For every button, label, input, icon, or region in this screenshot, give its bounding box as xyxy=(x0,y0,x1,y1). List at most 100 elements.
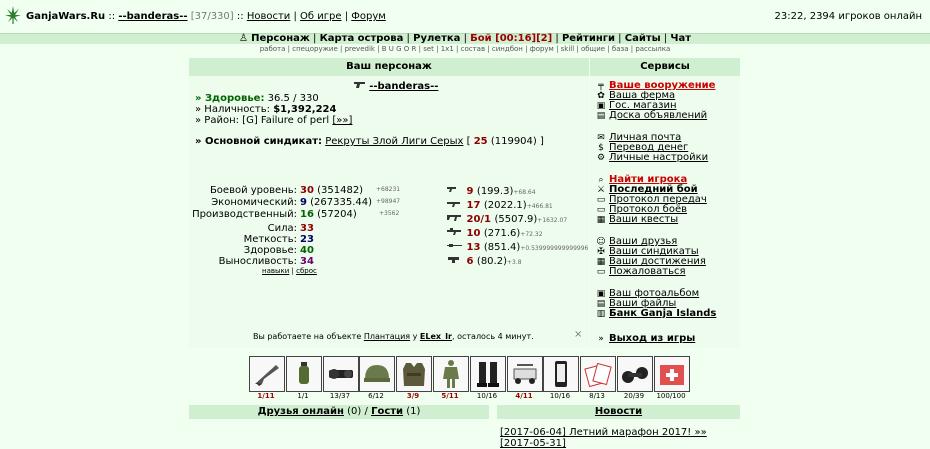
subnav-link[interactable]: skill xyxy=(561,45,575,53)
item-durability: 13/37 xyxy=(329,392,351,400)
subnav-link[interactable]: общие xyxy=(581,45,605,53)
subnav-link[interactable]: B U G O R xyxy=(382,45,417,53)
level-exp: (57204) xyxy=(317,209,357,220)
service-link[interactable]: Ваши квесты xyxy=(609,214,678,225)
nav-chat[interactable]: Чат xyxy=(670,33,691,44)
inventory-slot[interactable] xyxy=(323,356,359,392)
item-durability: 10/16 xyxy=(476,392,498,400)
cash-label: » Наличность: xyxy=(195,104,270,115)
service-settings[interactable]: ⚙ Личные настройки xyxy=(596,152,708,163)
character-panel-title: Ваш персонаж xyxy=(189,58,589,76)
work-notice: Вы работаете на объекте Плантация у ELex… xyxy=(253,332,534,341)
nav-sites[interactable]: Сайты xyxy=(625,33,661,44)
reset-link[interactable]: сброс xyxy=(296,267,317,275)
service-quest[interactable]: ▦ Ваши квесты xyxy=(596,214,678,225)
news-item[interactable]: [2017-06-04] Летний марафон 2017! »» xyxy=(500,427,707,438)
district-row: » Район: [G] Failure of perl [»»] xyxy=(195,115,352,126)
nav-ratings[interactable]: Рейтинги xyxy=(562,33,615,44)
district-link[interactable]: [»»] xyxy=(332,115,352,126)
assault-rifle-icon xyxy=(447,213,463,225)
sub-nav: работа | спецоружие | prevedik | B U G O… xyxy=(259,45,671,53)
item-durability: 4/11 xyxy=(515,392,533,400)
inventory-slot[interactable] xyxy=(396,356,432,392)
work-object-link[interactable]: Плантация xyxy=(364,332,410,341)
nav-character[interactable]: Персонаж xyxy=(251,33,310,44)
service-link[interactable]: Банк Ganja Islands xyxy=(609,308,716,319)
character-name-link[interactable]: --banderas-- xyxy=(369,81,438,92)
inventory-slot[interactable] xyxy=(617,356,653,392)
level-delta: +98947 xyxy=(376,198,401,205)
service-bank[interactable]: ▥ Банк Ganja Islands xyxy=(596,308,717,319)
grenade-launcher-icon xyxy=(447,255,463,267)
subnav-link[interactable]: рассылка xyxy=(635,45,670,53)
forum-link[interactable]: Форум xyxy=(351,11,386,22)
item-durability: 6/12 xyxy=(368,392,384,400)
news-item-link[interactable]: [2017-06-04] Летний марафон 2017! »» xyxy=(500,427,707,438)
cannabis-leaf-icon xyxy=(5,6,21,24)
strength-label: Сила: xyxy=(267,223,297,234)
work-owner-link[interactable]: ELex_Ir xyxy=(420,332,452,341)
subnav-link[interactable]: синдбон xyxy=(492,45,523,53)
service-link[interactable]: Личные настройки xyxy=(609,152,708,163)
subnav-link[interactable]: работа xyxy=(260,45,286,53)
inventory-slot[interactable] xyxy=(470,356,506,392)
skill-exp: (271.6) xyxy=(483,228,521,239)
strength-value: 33 xyxy=(300,223,314,234)
inventory-slot[interactable] xyxy=(507,356,543,392)
skill-delta: +68.64 xyxy=(513,189,536,196)
nav-battle[interactable]: Бой [00:16][2] xyxy=(470,33,552,44)
skill-exp: (5507.9) xyxy=(494,214,538,225)
helmet-icon xyxy=(364,365,390,382)
inventory-slot[interactable] xyxy=(433,356,469,392)
item-durability: 5/11 xyxy=(441,392,459,400)
production-level-label: Производственный: xyxy=(192,209,297,220)
nav-roulette[interactable]: Рулетка xyxy=(413,33,460,44)
inventory-slot[interactable] xyxy=(249,356,285,392)
friends-online-link[interactable]: Друзья онлайн xyxy=(258,406,344,417)
guests-link[interactable]: Гости xyxy=(371,406,403,417)
about-link[interactable]: Об игре xyxy=(300,11,341,22)
service-link[interactable]: Пожаловаться xyxy=(609,266,686,277)
subnav-link[interactable]: база xyxy=(612,45,629,53)
subnav-link[interactable]: 1x1 xyxy=(441,45,454,53)
news-link[interactable]: Новости xyxy=(247,11,290,22)
skill-row: 10 (271.6)+72.32 xyxy=(447,227,543,239)
subnav-link[interactable]: состав xyxy=(461,45,485,53)
service-exit[interactable]: » Выход из игры xyxy=(596,333,695,344)
health-row: » Здоровье: 36.5 / 330 xyxy=(195,93,319,104)
nav-island-map[interactable]: Карта острова xyxy=(320,33,404,44)
syndicate-link[interactable]: Рекруты Злой Лиги Серых xyxy=(325,136,463,147)
skills-link[interactable]: навыки xyxy=(262,267,289,275)
item-durability: 1/1 xyxy=(297,392,309,400)
close-icon[interactable]: × xyxy=(574,329,582,340)
syndicate-level: 25 xyxy=(473,136,488,147)
service-complain[interactable]: ▭ Пожаловаться xyxy=(596,266,686,277)
inventory-slot[interactable] xyxy=(543,356,579,392)
subnav-link[interactable]: set xyxy=(423,45,434,53)
subnav-link[interactable]: prevedik xyxy=(345,45,375,53)
pistol-icon xyxy=(354,81,369,92)
user-link[interactable]: --banderas-- xyxy=(118,11,187,22)
work-text: Вы работаете на объекте xyxy=(253,332,362,341)
binoculars-icon xyxy=(622,367,648,383)
service-link[interactable]: Выход из игры xyxy=(609,333,695,344)
subnav-link[interactable]: форум xyxy=(530,45,554,53)
skill-level: 20/1 xyxy=(463,214,495,225)
service-link[interactable]: Доска объявлений xyxy=(609,110,707,121)
inventory-slot[interactable] xyxy=(654,356,690,392)
news-title-link[interactable]: Новости xyxy=(595,406,642,417)
level-number: 30 xyxy=(300,185,314,196)
service-board[interactable]: ▤ Доска объявлений xyxy=(596,110,707,121)
top-bar: GanjaWars.Ru :: --banderas-- [37/330] ::… xyxy=(0,0,930,34)
inventory-slot[interactable] xyxy=(580,356,616,392)
accuracy-value: 23 xyxy=(300,234,314,245)
bank-icon: ▥ xyxy=(596,309,606,319)
subnav-link[interactable]: спецоружие xyxy=(292,45,338,53)
news-header: Новости xyxy=(497,405,740,419)
smg-icon xyxy=(447,199,463,211)
online-status: 23:22, 2394 игроков онлайн xyxy=(774,11,922,22)
friends-header: Друзья онлайн (0) / Гости (1) xyxy=(189,405,489,419)
inventory-slot[interactable] xyxy=(286,356,322,392)
boots-icon xyxy=(477,362,499,387)
inventory-slot[interactable] xyxy=(359,356,395,392)
